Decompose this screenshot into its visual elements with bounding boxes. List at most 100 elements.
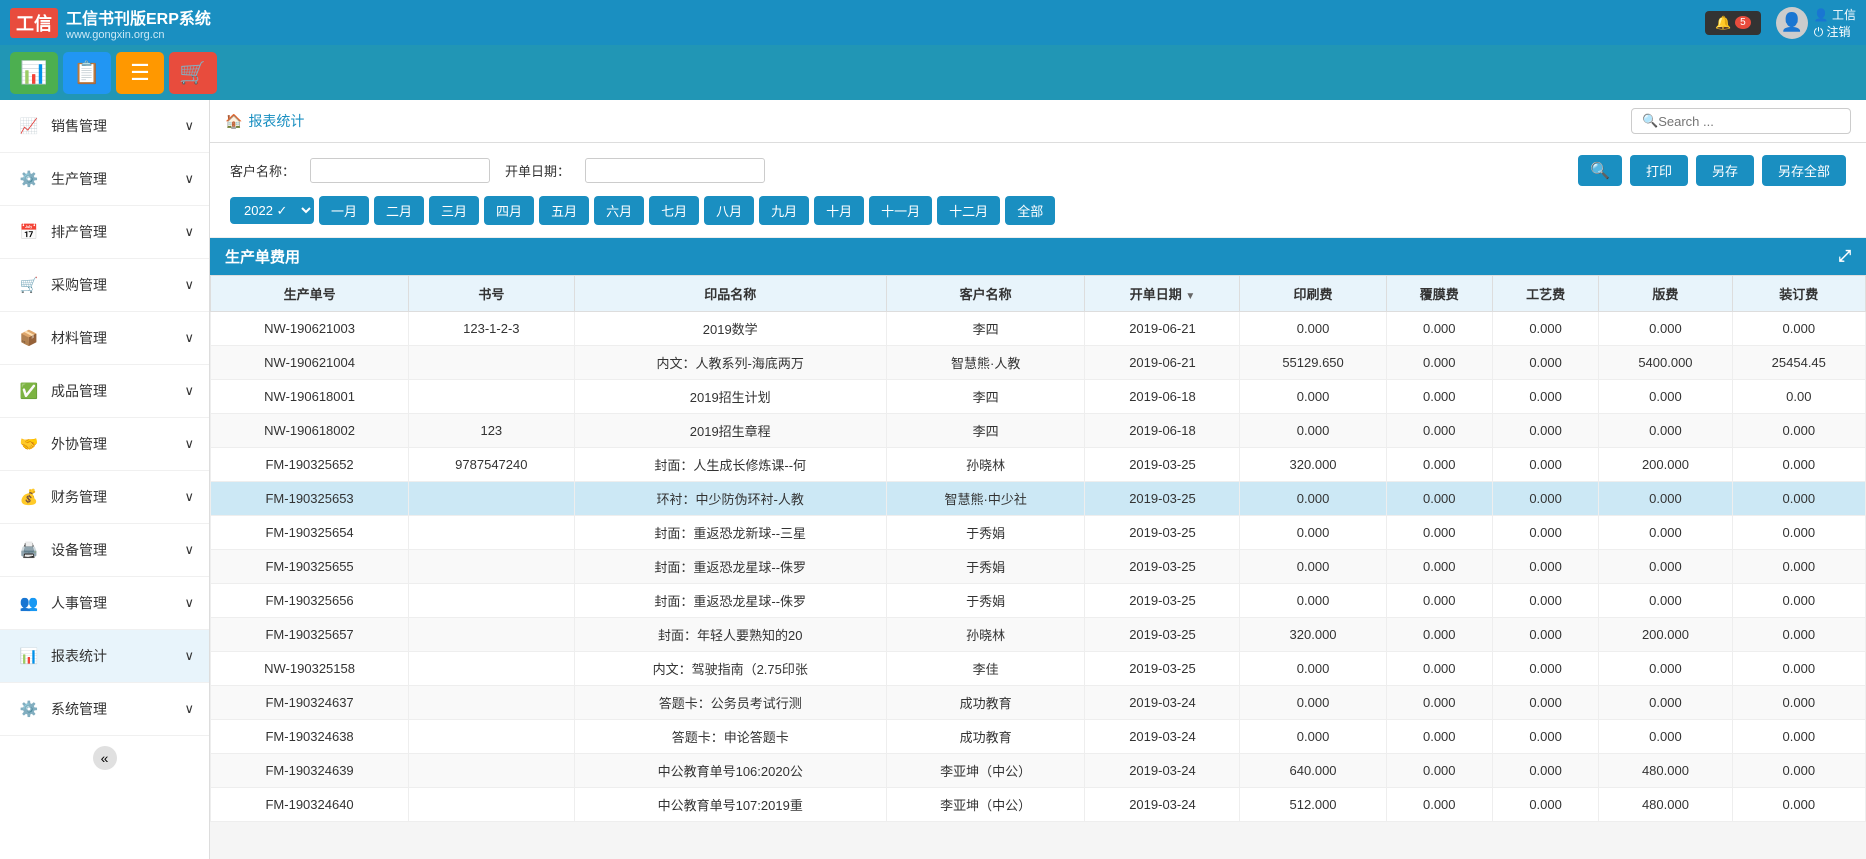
table-cell: 320.000 — [1240, 448, 1386, 482]
table-row: FM-190324640中公教育单号107:2019重李亚坤（中公）2019-0… — [211, 788, 1866, 822]
search-button[interactable]: 🔍 — [1578, 155, 1622, 186]
sidebar-item-materials[interactable]: 📦 材料管理 ∨ — [0, 312, 209, 365]
month-row: 2022 ✓ 一月 二月 三月 四月 五月 六月 七月 八月 九月 十月 十一月… — [230, 196, 1846, 225]
sort-arrow: ▼ — [1185, 291, 1195, 302]
table-row: FM-190325655封面：重返恐龙星球--侏罗于秀娟2019-03-250.… — [211, 550, 1866, 584]
print-button[interactable]: 打印 — [1630, 155, 1688, 186]
table-cell: 智慧熊·人教 — [886, 346, 1085, 380]
sidebar-item-reports[interactable]: 📊 报表统计 ∨ — [0, 630, 209, 683]
notification-button[interactable]: 🔔 5 — [1705, 11, 1761, 35]
sidebar-collapse-button[interactable]: « — [93, 746, 117, 770]
nav-cart-button[interactable]: 🛒 — [169, 52, 217, 94]
table-cell: FM-190324637 — [211, 686, 409, 720]
sidebar-item-sales[interactable]: 📈 销售管理 ∨ — [0, 100, 209, 153]
nav-list-button[interactable]: ☰ — [116, 52, 164, 94]
month-btn-11[interactable]: 十一月 — [869, 196, 932, 225]
table-cell: 2019-03-25 — [1085, 550, 1240, 584]
table-cell: 0.000 — [1386, 550, 1492, 584]
hr-icon: 👥 — [15, 589, 43, 617]
nav-doc-button[interactable]: 📋 — [63, 52, 111, 94]
chevron-down-icon: ∨ — [184, 118, 194, 134]
customer-input[interactable] — [310, 158, 490, 183]
table-cell: 2019-03-25 — [1085, 584, 1240, 618]
col-date[interactable]: 开单日期 ▼ — [1085, 276, 1240, 312]
table-row: FM-190325653环衬：中少防伪环衬-人教智慧熊·中少社2019-03-2… — [211, 482, 1866, 516]
table-cell: 0.000 — [1386, 516, 1492, 550]
expand-icon: ⤢ — [1838, 248, 1851, 266]
sidebar-item-outsource[interactable]: 🤝 外协管理 ∨ — [0, 418, 209, 471]
logout-button[interactable]: ⏻ 注销 — [1814, 23, 1856, 40]
table-cell: 0.000 — [1492, 550, 1598, 584]
table-cell: NW-190325158 — [211, 652, 409, 686]
table-cell: 55129.650 — [1240, 346, 1386, 380]
month-btn-8[interactable]: 八月 — [704, 196, 754, 225]
sidebar-item-equipment[interactable]: 🖨️ 设备管理 ∨ — [0, 524, 209, 577]
month-btn-4[interactable]: 四月 — [484, 196, 534, 225]
month-btn-2[interactable]: 二月 — [374, 196, 424, 225]
table-cell: 2019-03-24 — [1085, 788, 1240, 822]
table-cell: 0.000 — [1386, 346, 1492, 380]
table-cell: 2019-06-21 — [1085, 312, 1240, 346]
month-btn-12[interactable]: 十二月 — [937, 196, 1000, 225]
table-cell: 0.000 — [1386, 414, 1492, 448]
table-cell: 0.000 — [1732, 312, 1865, 346]
month-btn-5[interactable]: 五月 — [539, 196, 589, 225]
table-cell: 2019-03-25 — [1085, 652, 1240, 686]
table-cell: 李四 — [886, 414, 1085, 448]
month-btn-6[interactable]: 六月 — [594, 196, 644, 225]
table-cell — [409, 516, 574, 550]
table-cell: 李亚坤（中公） — [886, 788, 1085, 822]
year-select[interactable]: 2022 ✓ — [230, 197, 314, 224]
table-cell: 0.000 — [1732, 754, 1865, 788]
table-cell: 孙晓林 — [886, 618, 1085, 652]
month-btn-10[interactable]: 十月 — [814, 196, 864, 225]
table-cell: FM-190325656 — [211, 584, 409, 618]
table-cell: 于秀娟 — [886, 550, 1085, 584]
col-plate-fee: 版费 — [1599, 276, 1732, 312]
table-cell: 2019-03-24 — [1085, 754, 1240, 788]
system-icon: ⚙️ — [15, 695, 43, 723]
sidebar-item-finance[interactable]: 💰 财务管理 ∨ — [0, 471, 209, 524]
table-cell: 0.000 — [1492, 380, 1598, 414]
sidebar-label-materials: 材料管理 — [51, 328, 107, 348]
sidebar-item-purchase[interactable]: 🛒 采购管理 ∨ — [0, 259, 209, 312]
sidebar-item-production[interactable]: ⚙️ 生产管理 ∨ — [0, 153, 209, 206]
date-input[interactable] — [585, 158, 765, 183]
table-cell: 0.000 — [1240, 550, 1386, 584]
save-button[interactable]: 另存 — [1696, 155, 1754, 186]
table-cell: 李四 — [886, 312, 1085, 346]
sidebar-item-system[interactable]: ⚙️ 系统管理 ∨ — [0, 683, 209, 736]
table-cell: 0.000 — [1732, 516, 1865, 550]
month-btn-9[interactable]: 九月 — [759, 196, 809, 225]
customer-label: 客户名称： — [230, 161, 295, 180]
sidebar-item-finished[interactable]: ✅ 成品管理 ∨ — [0, 365, 209, 418]
user-login-label[interactable]: 👤 工信 — [1814, 6, 1856, 23]
table-cell: 0.000 — [1599, 482, 1732, 516]
col-product-name: 印品名称 — [574, 276, 886, 312]
table-row: FM-190325657封面：年轻人要熟知的20孙晓林2019-03-25320… — [211, 618, 1866, 652]
table-cell: 123-1-2-3 — [409, 312, 574, 346]
table-cell: 0.000 — [1386, 448, 1492, 482]
month-btn-3[interactable]: 三月 — [429, 196, 479, 225]
nav-chart-button[interactable]: 📊 — [10, 52, 58, 94]
table-cell: 200.000 — [1599, 448, 1732, 482]
table-cell: 0.000 — [1599, 516, 1732, 550]
sidebar-item-hr[interactable]: 👥 人事管理 ∨ — [0, 577, 209, 630]
search-box[interactable]: 🔍 — [1631, 108, 1851, 134]
search-input[interactable] — [1658, 114, 1840, 129]
month-btn-1[interactable]: 一月 — [319, 196, 369, 225]
table-cell: 于秀娟 — [886, 584, 1085, 618]
table-cell: 0.000 — [1732, 720, 1865, 754]
table-cell: 0.000 — [1492, 584, 1598, 618]
table-cell: 封面：年轻人要熟知的20 — [574, 618, 886, 652]
sidebar-item-scheduling[interactable]: 📅 排产管理 ∨ — [0, 206, 209, 259]
sidebar-label-system: 系统管理 — [51, 699, 107, 719]
table-cell: 2019招生计划 — [574, 380, 886, 414]
table-cell: 0.000 — [1386, 618, 1492, 652]
month-btn-all[interactable]: 全部 — [1005, 196, 1055, 225]
table-cell: 200.000 — [1599, 618, 1732, 652]
table-cell: 0.000 — [1732, 550, 1865, 584]
month-btn-7[interactable]: 七月 — [649, 196, 699, 225]
save-all-button[interactable]: 另存全部 — [1762, 155, 1846, 186]
table-cell: NW-190618001 — [211, 380, 409, 414]
